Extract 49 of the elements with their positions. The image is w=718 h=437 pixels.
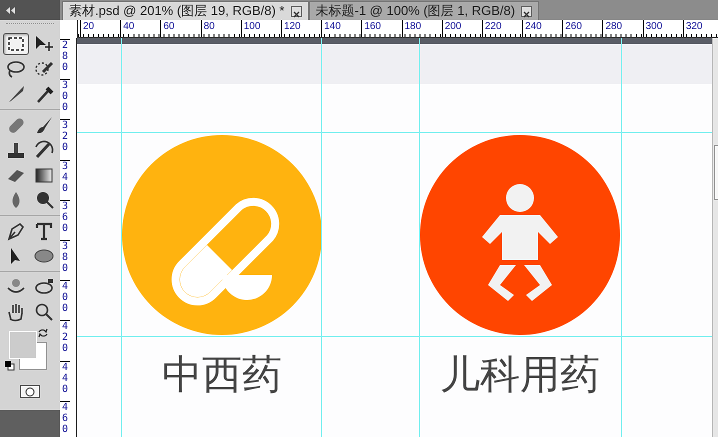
category-label: 儿科用药	[440, 351, 600, 399]
ruler-label: 80	[200, 20, 241, 37]
pen-icon	[5, 220, 27, 242]
ruler-label: 300	[642, 20, 683, 37]
ruler-label: 220	[482, 20, 522, 37]
ruler-label: 320	[60, 119, 70, 160]
foreground-color-swatch[interactable]	[9, 331, 37, 359]
collapse-icon[interactable]	[6, 6, 15, 14]
panel-background	[0, 410, 60, 437]
document-tab[interactable]: 未标题-1 @ 100% (图层 1, RGB/8)	[308, 1, 540, 20]
document-tab[interactable]: 素材.psd @ 201% (图层 19, RGB/8) *	[62, 1, 308, 20]
marquee-tool[interactable]	[3, 33, 29, 55]
ruler-label: 20	[80, 20, 120, 37]
ruler-label: 280	[602, 20, 643, 37]
history-brush-icon	[33, 139, 55, 161]
background-color-swatch[interactable]	[19, 342, 47, 370]
swap-arrows-icon[interactable]	[38, 328, 48, 338]
ruler-label: 300	[60, 79, 70, 120]
ruler-label: 380	[60, 240, 70, 280]
close-icon[interactable]	[290, 6, 302, 16]
zoom-icon	[33, 301, 55, 323]
ruler-label: 440	[60, 360, 70, 401]
circle-icon	[24, 386, 36, 396]
ruler-label: 280	[60, 39, 70, 80]
ruler-label: 240	[522, 20, 562, 37]
category-label: 中西药	[162, 351, 282, 399]
type-icon	[33, 220, 55, 242]
ruler-label: 340	[60, 160, 70, 200]
ruler-label: 260	[562, 20, 602, 37]
capsule-icon	[172, 198, 280, 306]
default-colors-icon[interactable]	[5, 361, 15, 371]
ruler-label: 420	[60, 320, 70, 360]
ruler-label: 120	[280, 20, 322, 37]
ruler-label: 320	[682, 20, 718, 37]
ruler-label: 460	[60, 400, 70, 437]
ruler-label: 360	[60, 200, 70, 240]
close-icon[interactable]	[521, 6, 532, 16]
quick-mask-button[interactable]	[20, 385, 40, 398]
ruler-label: 200	[442, 20, 482, 37]
ruler-label: 160	[361, 20, 402, 37]
ruler-label: 60	[160, 20, 201, 37]
ruler-label: 100	[240, 20, 281, 37]
ruler-label: 40	[120, 20, 160, 37]
lasso-icon	[5, 58, 27, 80]
ruler-label: 400	[60, 280, 70, 320]
ruler-label: 140	[321, 20, 362, 37]
ruler-label: 180	[402, 20, 442, 37]
baby-icon	[482, 184, 558, 301]
ruler-origin[interactable]	[60, 20, 78, 38]
